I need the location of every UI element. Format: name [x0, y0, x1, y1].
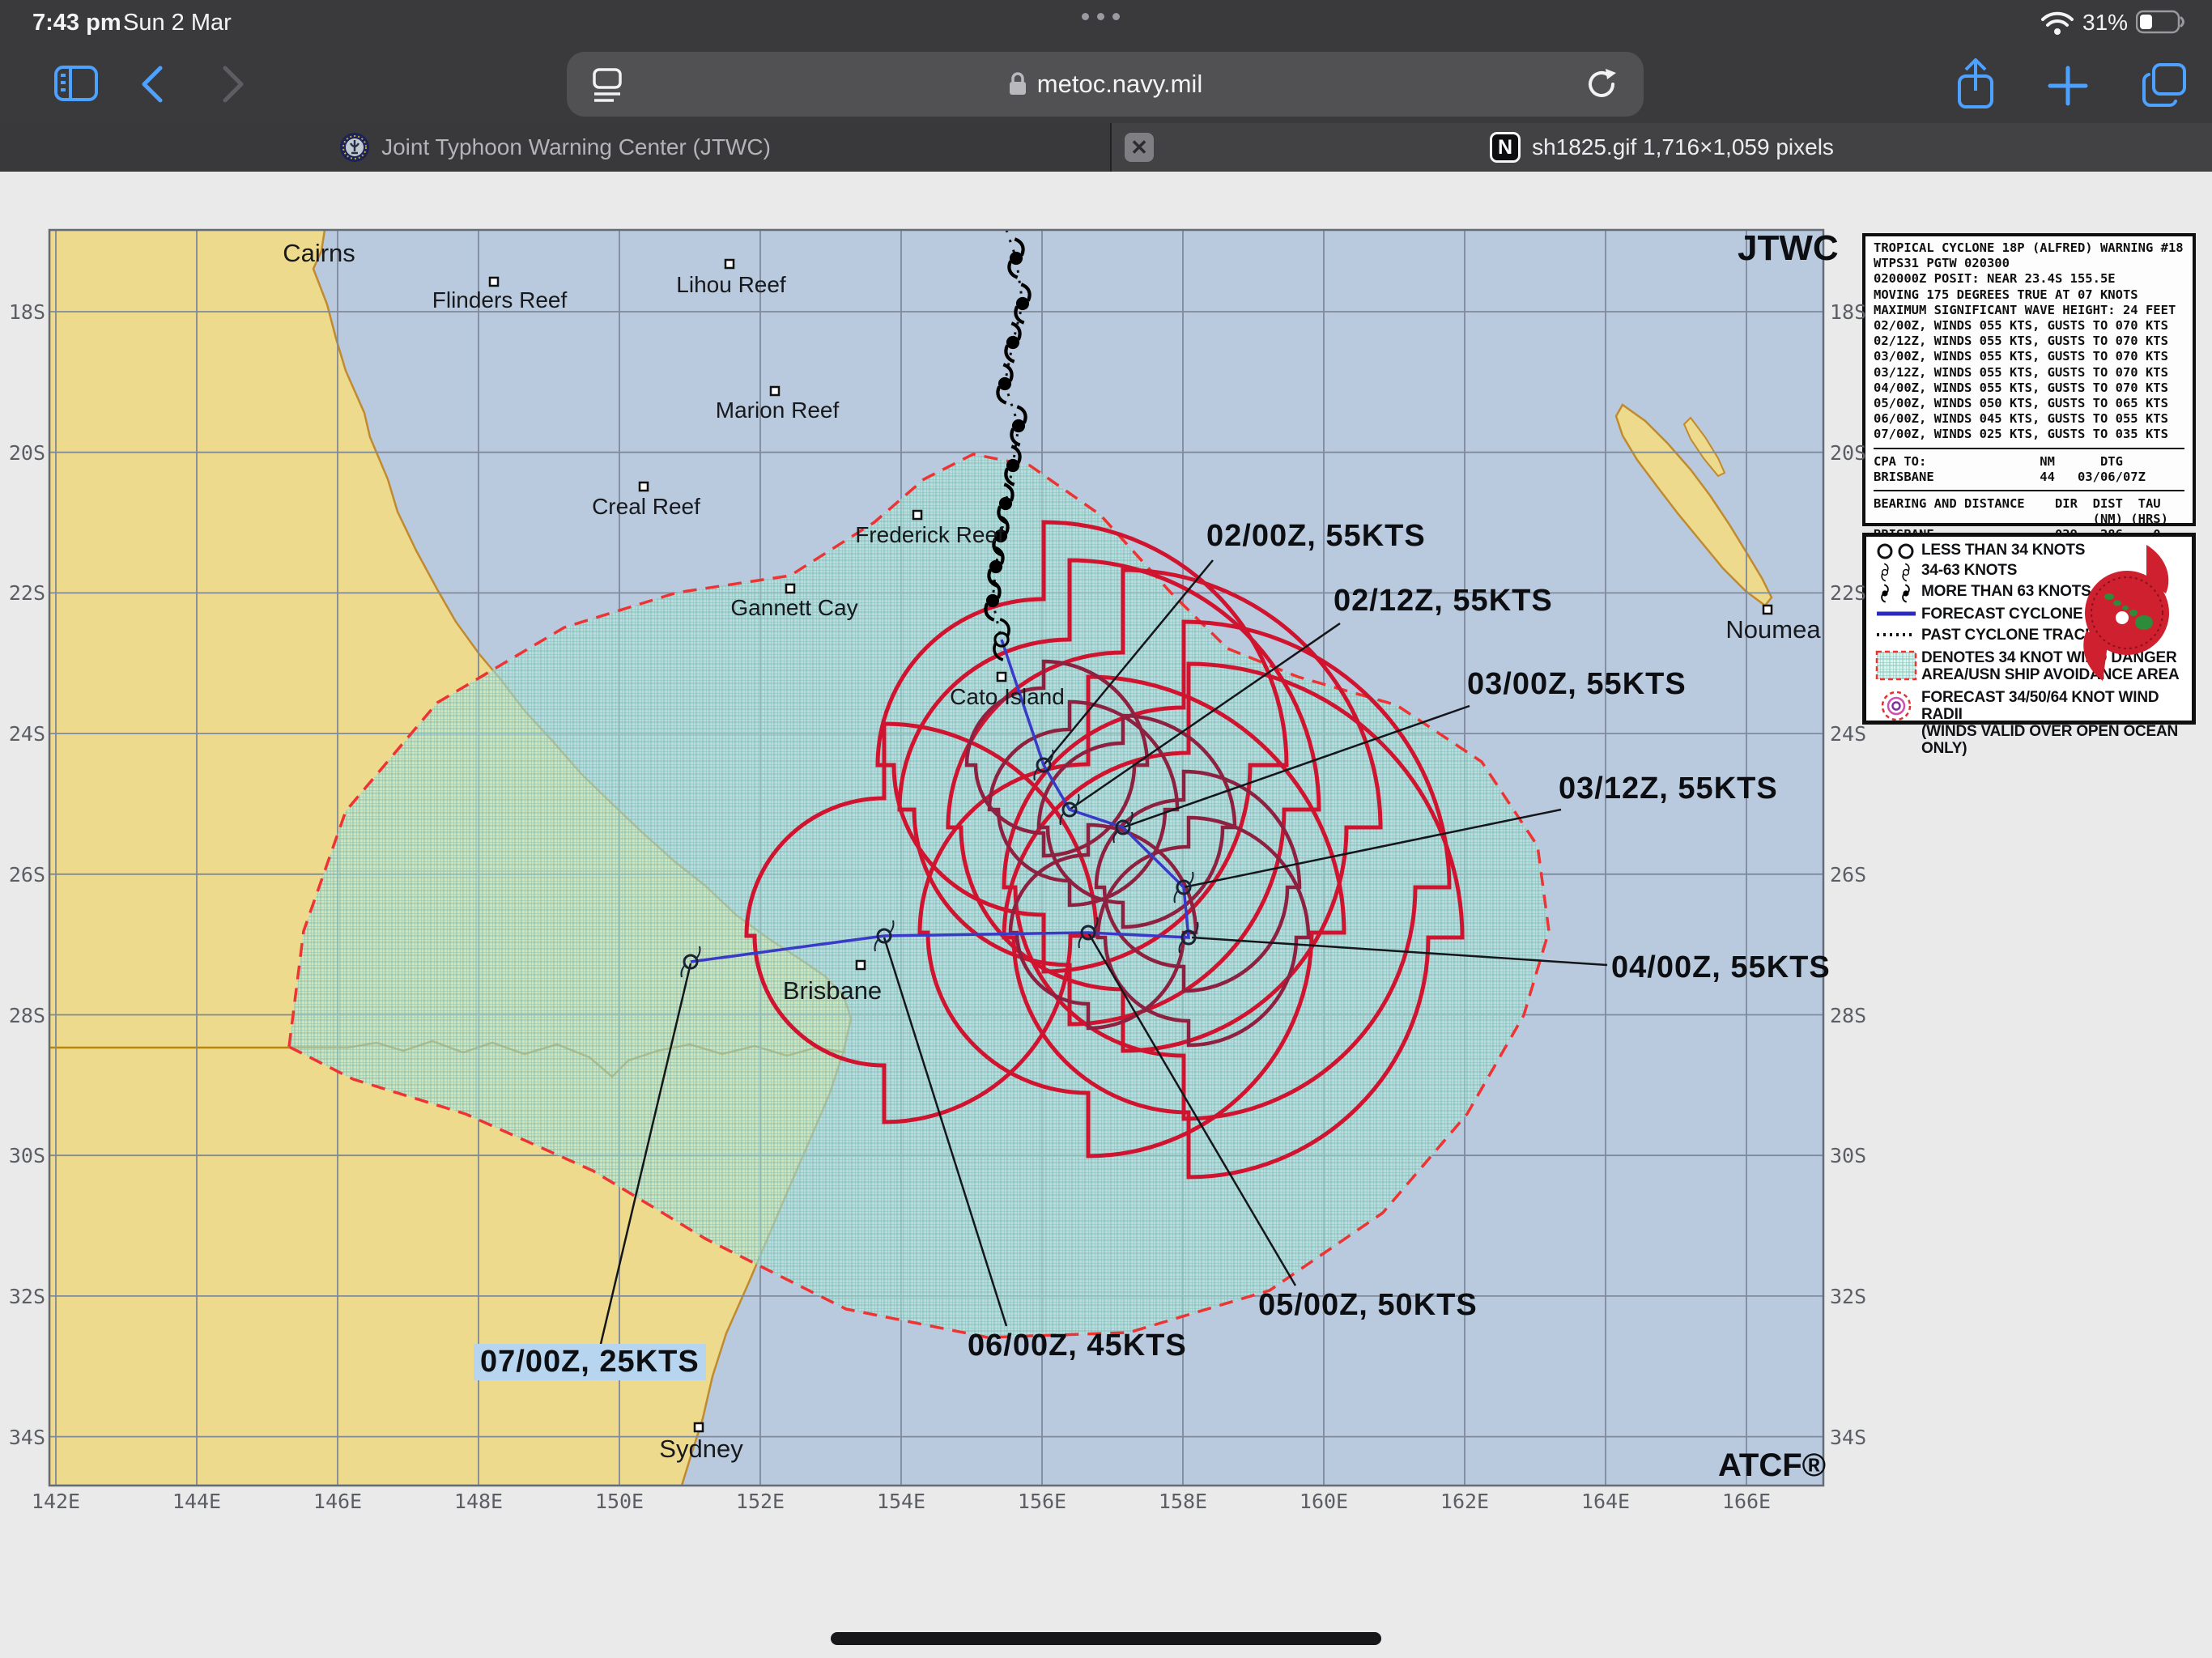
cyclone-chart	[0, 0, 2212, 1658]
